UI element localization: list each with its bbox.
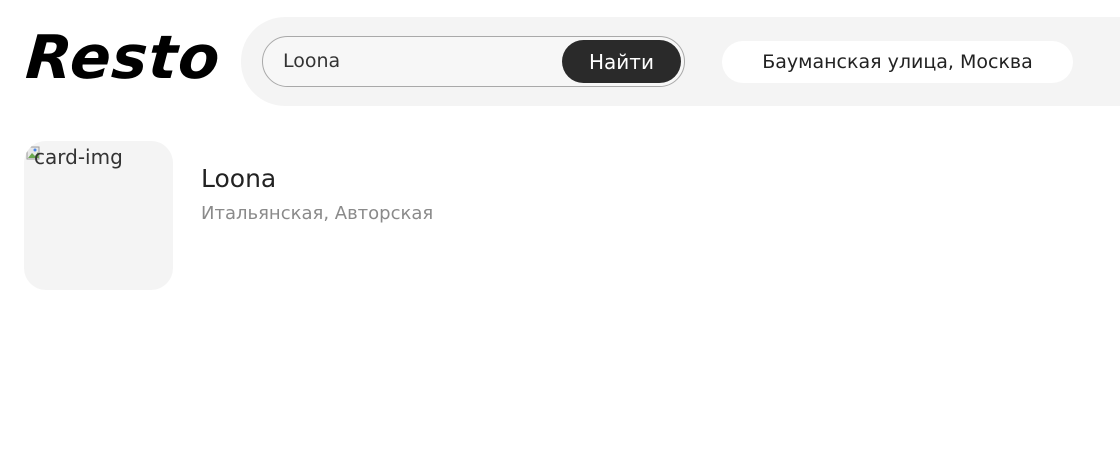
restaurant-cuisines: Итальянская, Авторская — [201, 203, 434, 224]
restaurant-card[interactable]: card-img Loona Итальянская, Авторская — [24, 141, 544, 291]
address-label: Бауманская улица, Москва — [762, 51, 1033, 73]
logo[interactable]: Resto — [23, 22, 223, 94]
card-image: card-img — [24, 141, 173, 290]
address-selector[interactable]: Бауманская улица, Москва — [722, 41, 1073, 83]
restaurant-title[interactable]: Loona — [201, 163, 276, 195]
search-box: Найти — [262, 36, 685, 87]
search-input[interactable] — [283, 37, 553, 86]
card-image-alt-text: card-img — [34, 145, 123, 169]
search-button[interactable]: Найти — [562, 40, 681, 83]
